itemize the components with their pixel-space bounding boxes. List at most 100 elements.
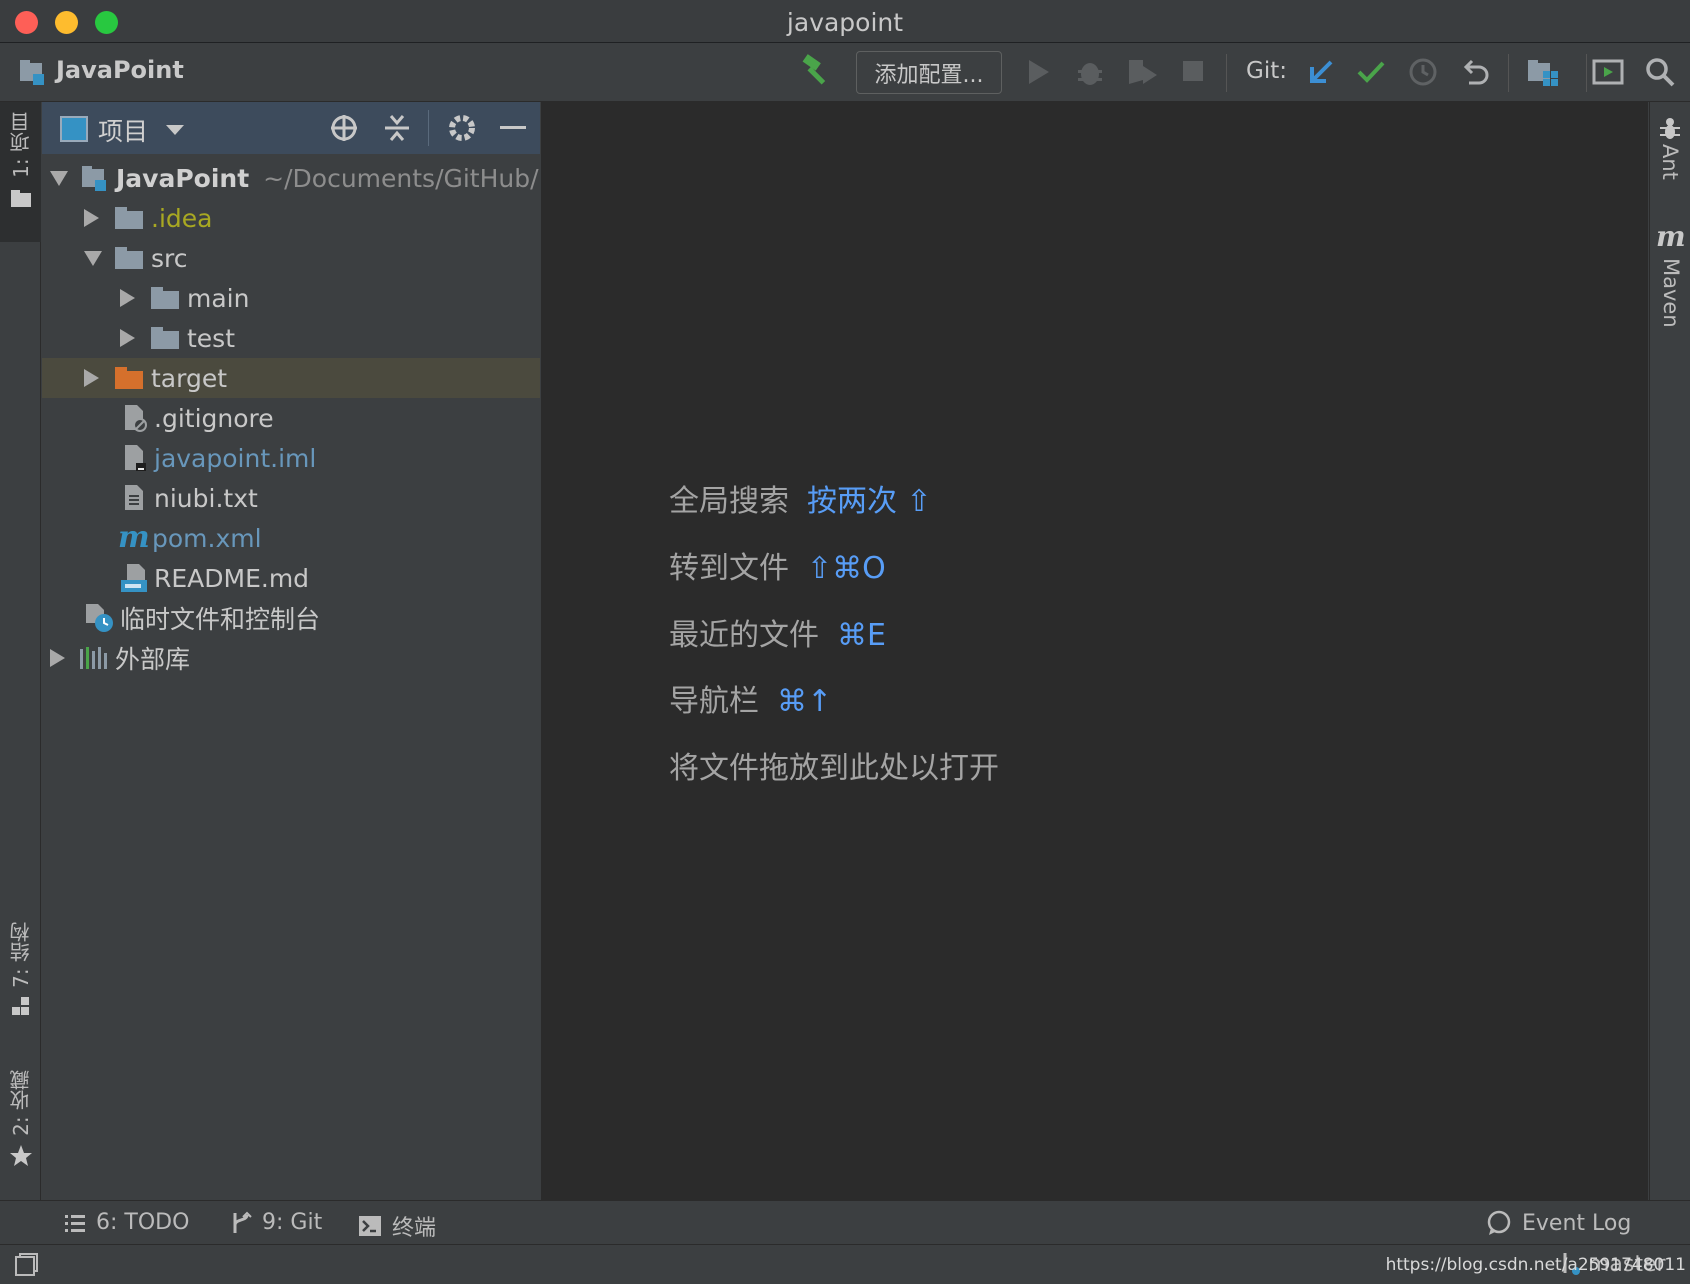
ant-icon — [1660, 118, 1680, 139]
expand-arrow-icon[interactable] — [50, 170, 68, 186]
tree-item-label: main — [187, 283, 250, 313]
toolbar-separator — [1508, 54, 1509, 92]
tab-terminal-label: 终端 — [392, 1216, 437, 1241]
build-hammer-icon[interactable] — [800, 54, 836, 88]
run-icon[interactable] — [1026, 57, 1052, 87]
scratches-icon — [86, 604, 113, 632]
tree-row-javapoint-iml[interactable]: javapoint.iml — [42, 438, 540, 478]
expand-arrow-icon[interactable] — [120, 289, 135, 307]
tree-row-test[interactable]: test — [42, 318, 540, 358]
tree-row-niubi-txt[interactable]: niubi.txt — [42, 478, 540, 518]
tree-row-javapoint[interactable]: JavaPoint ~/Documents/GitHub/ — [42, 158, 540, 198]
hint-shortcut: ⌘↑ — [777, 684, 833, 719]
tree-item-label: javapoint.iml — [154, 443, 317, 473]
folder-icon — [115, 247, 143, 269]
structure-icon — [11, 996, 29, 1015]
folder-icon — [10, 189, 31, 207]
tab-structure-label: 7: 结构 — [9, 922, 33, 988]
project-tool-window: 项目 JavaPoint ~/Documents/GitHub/ .idea s… — [42, 102, 540, 1200]
tab-git-label: 9: Git — [262, 1210, 323, 1235]
debug-icon[interactable] — [1076, 56, 1104, 88]
right-tool-stripe: Ant m Maven — [1649, 102, 1690, 1200]
star-icon — [9, 1144, 32, 1166]
collapse-all-icon[interactable] — [382, 112, 412, 148]
header-separator — [428, 110, 429, 146]
hide-panel-icon[interactable] — [500, 126, 526, 129]
toggle-tool-windows-icon[interactable] — [14, 1253, 38, 1281]
tree-item-label: src — [151, 243, 188, 273]
tree-row-main[interactable]: main — [42, 278, 540, 318]
git-history-clock-icon[interactable] — [1408, 57, 1438, 87]
locate-file-icon[interactable] — [328, 112, 360, 148]
hint-search-everywhere: 全局搜索 按两次 ⇧ — [669, 476, 932, 520]
tab-project-label: 1: 项目 — [9, 112, 33, 178]
tab-todo[interactable]: 6: TODO — [64, 1210, 189, 1235]
hint-shortcut: ⇧⌘O — [807, 551, 886, 586]
maven-file-icon: m — [118, 520, 150, 555]
tab-favorites-label: 2: 收藏 — [9, 1070, 33, 1136]
presentation-mode-icon[interactable] — [1592, 57, 1624, 87]
tab-todo-label: 6: TODO — [96, 1210, 190, 1235]
git-rollback-icon[interactable] — [1460, 57, 1490, 87]
tree-item-label: test — [187, 323, 236, 353]
tab-project[interactable]: 1: 项目 — [0, 102, 41, 242]
tree-item-label: README.md — [154, 563, 310, 593]
project-view-selector[interactable]: 项目 — [98, 112, 148, 148]
tree-row-gitignore[interactable]: .gitignore — [42, 398, 540, 438]
expand-arrow-icon[interactable] — [84, 369, 99, 387]
tab-maven[interactable]: m Maven — [1656, 222, 1686, 328]
tree-row-scratches[interactable]: 临时文件和控制台 — [42, 598, 540, 638]
tree-row-external-libraries[interactable]: 外部库 — [42, 638, 540, 678]
stop-icon[interactable] — [1182, 60, 1204, 82]
watermark-text: https://blog.csdn.net/a2591748011 — [1385, 1255, 1686, 1275]
tab-structure[interactable]: 7: 结构 — [0, 922, 41, 1042]
ignore-file-icon — [125, 405, 147, 432]
toolbar-separator — [1226, 54, 1227, 92]
main-toolbar: JavaPoint 添加配置... Git: — [0, 44, 1690, 102]
tab-maven-label: Maven — [1658, 258, 1683, 328]
tree-item-label: JavaPoint — [116, 163, 250, 193]
project-view-icon — [60, 116, 88, 146]
branch-icon — [233, 1211, 252, 1233]
add-configuration-button[interactable]: 添加配置... — [856, 51, 1002, 94]
run-with-coverage-icon[interactable] — [1126, 56, 1160, 88]
tree-row-idea[interactable]: .idea — [42, 198, 540, 238]
tab-git[interactable]: 9: Git — [230, 1210, 322, 1235]
expand-arrow-icon[interactable] — [50, 649, 65, 667]
tab-terminal[interactable]: 终端 — [358, 1210, 436, 1242]
expand-arrow-icon[interactable] — [84, 209, 99, 227]
git-label: Git: — [1246, 58, 1287, 84]
tab-ant[interactable]: Ant — [1658, 116, 1682, 180]
library-icon — [80, 647, 107, 669]
tree-item-label: pom.xml — [152, 523, 262, 553]
module-icon — [82, 166, 106, 191]
terminal-icon — [359, 1216, 381, 1236]
bottom-tool-stripe: 6: TODO 9: Git 终端 Event Log — [0, 1200, 1690, 1244]
project-structure-icon[interactable] — [1526, 57, 1560, 87]
markdown-file-icon — [121, 564, 147, 592]
expand-arrow-icon[interactable] — [120, 329, 135, 347]
chevron-down-icon[interactable] — [166, 125, 184, 135]
hint-shortcut: ⌘E — [837, 618, 886, 653]
search-everywhere-icon[interactable] — [1644, 56, 1676, 88]
title-bar: javapoint — [0, 0, 1690, 43]
git-commit-check-icon[interactable] — [1356, 57, 1386, 87]
tree-row-src[interactable]: src — [42, 238, 540, 278]
project-name-breadcrumb[interactable]: JavaPoint — [56, 56, 184, 84]
expand-arrow-icon[interactable] — [84, 250, 102, 266]
tab-event-log[interactable]: Event Log — [1486, 1210, 1631, 1236]
list-icon — [65, 1214, 85, 1232]
tree-item-label: .idea — [151, 203, 213, 233]
tree-row-readme[interactable]: README.md — [42, 558, 540, 598]
window-title: javapoint — [786, 8, 904, 37]
git-update-arrow-icon[interactable] — [1306, 57, 1336, 87]
folder-icon — [151, 287, 179, 309]
status-bar: master https://blog.csdn.net/a2591748011 — [0, 1244, 1690, 1284]
hint-label: 全局搜索 — [669, 484, 789, 519]
editor-empty-area[interactable]: 全局搜索 按两次 ⇧ 转到文件 ⇧⌘O 最近的文件 ⌘E 导航栏 ⌘↑ 将文件拖放到此处… — [541, 102, 1648, 1200]
hint-drop-files: 将文件拖放到此处以打开 — [669, 743, 999, 787]
gear-icon[interactable] — [446, 112, 478, 148]
tab-favorites[interactable]: 2: 收藏 — [0, 1070, 41, 1190]
tree-row-pom-xml[interactable]: m pom.xml — [42, 518, 540, 558]
tree-row-target[interactable]: target — [42, 358, 540, 398]
